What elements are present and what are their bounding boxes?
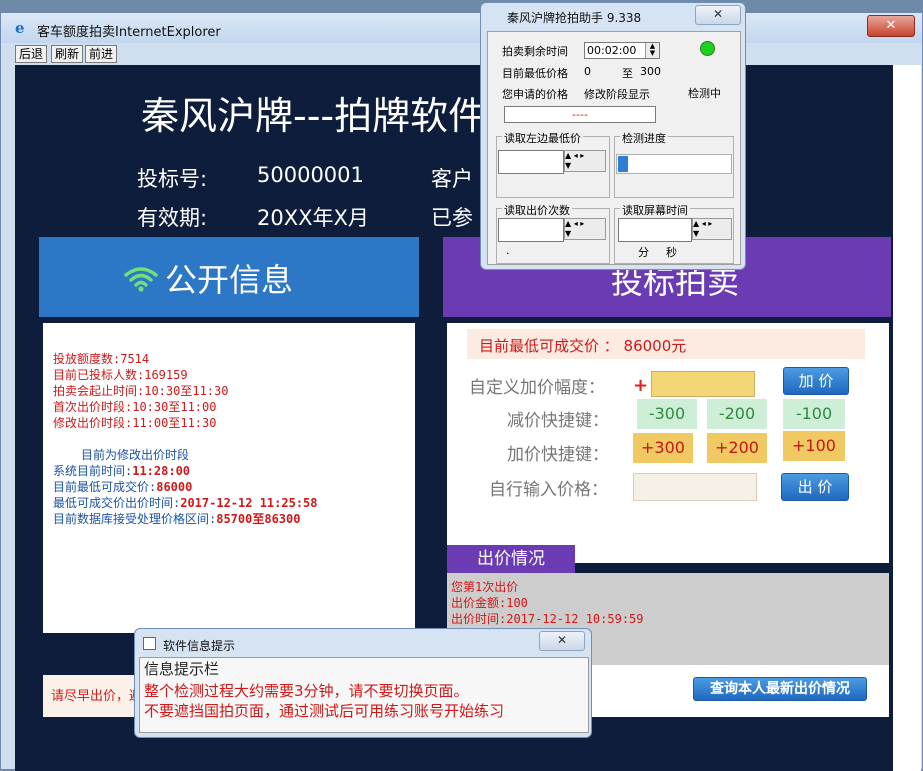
- read-count-dot: .: [506, 244, 510, 257]
- bid-line: 出价时间:2017-12-12 10:59:59: [451, 612, 644, 626]
- info-line: 修改出价时段:11:00至11:30: [53, 416, 217, 430]
- helper-window: 秦风沪牌抢拍助手 9.338 ✕ 拍卖剩余时间 00:02:00 ▲ ▼ 目前最低…: [480, 2, 746, 270]
- info-heading: 信息提示栏: [144, 660, 220, 678]
- bid-status-tab[interactable]: 出价情况: [447, 545, 575, 573]
- price-range-value: 85700至86300: [216, 512, 301, 526]
- read-left-price-label: 读取左边最低价: [502, 130, 583, 146]
- read-time-label: 读取屏幕时间: [620, 202, 690, 218]
- phase-line: 目前为修改出价时段: [81, 448, 190, 462]
- plus-300-button[interactable]: +300: [633, 433, 693, 463]
- remain-time-value: 00:02:00: [587, 44, 637, 57]
- early-bid-hint: 请尽早出价，避: [51, 689, 143, 704]
- read-count-arrows-icon[interactable]: ▲ ◂ ▸ ▼: [564, 218, 606, 240]
- ie-logo-icon: e: [15, 19, 25, 37]
- progress-bar: [616, 154, 732, 174]
- add-price-button[interactable]: 加 价: [783, 367, 849, 395]
- bid-line: 出价金额:100: [451, 596, 528, 610]
- helper-title: 秦风沪牌抢拍助手 9.338: [507, 11, 642, 25]
- public-info-lines: 投放额度数:7514 目前已投标人数:169159 拍卖会起止时间:10:30至…: [53, 351, 413, 527]
- system-time-label: 系统目前时间:: [53, 464, 133, 478]
- valid-value: 20XX年X月: [257, 206, 369, 230]
- page-right-margin: [893, 65, 921, 771]
- info-line: 首次出价时段:10:30至11:00: [53, 400, 217, 414]
- progress-fill: [618, 156, 628, 172]
- read-left-price-input[interactable]: [498, 150, 564, 174]
- info-line-1: 整个检测过程大约需要3分钟，请不要切换页面。: [144, 682, 469, 700]
- bid-number-label: 投标号:: [137, 167, 208, 191]
- read-count-input[interactable]: [498, 218, 564, 242]
- info-line: 拍卖会起止时间:10:30至11:30: [53, 384, 229, 398]
- info-line: 目前已投标人数:169159: [53, 368, 188, 382]
- system-time-value: 11:28:00: [132, 464, 191, 478]
- custom-increase-input[interactable]: [651, 371, 755, 397]
- info-window: 软件信息提示 ✕ 信息提示栏 整个检测过程大约需要3分钟，请不要切换页面。 不要…: [134, 628, 592, 738]
- status-indicator: [700, 41, 715, 56]
- min-price-label: 目前最低价格: [502, 67, 568, 80]
- minus-300-button[interactable]: -300: [637, 399, 697, 429]
- price-range-label: 目前数据库接受处理价格区间:: [53, 512, 217, 526]
- minutes-label: 分: [638, 246, 649, 259]
- minus-100-button[interactable]: -100: [783, 399, 845, 429]
- applied-price-label: 您申请的价格: [502, 88, 568, 101]
- custom-increase-label: 自定义加价幅度：: [469, 378, 605, 398]
- read-left-price-arrows-icon[interactable]: ▲ ◂ ▸ ▼: [564, 150, 606, 172]
- min-price-text: 目前最低可成交价 ： 86000元: [479, 337, 687, 355]
- helper-body: 拍卖剩余时间 00:02:00 ▲ ▼ 目前最低价格 0 至 300 您申请的价格…: [487, 31, 741, 265]
- read-time-input[interactable]: [618, 218, 692, 242]
- plus-shortcut-label: 加价快捷键：: [507, 445, 609, 465]
- spinner-arrows-icon[interactable]: ▲ ▼: [645, 43, 659, 58]
- info-line: 投放额度数:7514: [53, 352, 150, 366]
- ie-toolbar: 后退 刷新 前进: [1, 43, 922, 63]
- seconds-label: 秒: [666, 246, 677, 259]
- bid-number-value: 50000001: [257, 163, 364, 187]
- remain-time-label: 拍卖剩余时间: [502, 45, 568, 58]
- read-time-arrows-icon[interactable]: ▲ ◂ ▸ ▼: [692, 218, 732, 240]
- plus-100-button[interactable]: +100: [783, 431, 845, 461]
- joined-label: 已参: [431, 206, 473, 230]
- ie-window-title: 客车额度拍卖InternetExplorer: [37, 25, 221, 40]
- wifi-icon: [124, 267, 158, 292]
- valid-label: 有效期:: [137, 206, 208, 230]
- bid-line: 您第1次出价: [451, 580, 519, 594]
- helper-close-button[interactable]: ✕: [695, 5, 741, 25]
- plus-200-button[interactable]: +200: [707, 433, 767, 463]
- phase-display-box: ----: [504, 106, 656, 123]
- read-count-label: 读取出价次数: [502, 202, 572, 218]
- info-close-button[interactable]: ✕: [539, 631, 585, 651]
- min-price-to: 300: [640, 65, 661, 78]
- manual-price-label: 自行输入价格：: [489, 480, 608, 500]
- info-body: 信息提示栏 整个检测过程大约需要3分钟，请不要切换页面。 不要遮挡国拍页面，通过…: [139, 657, 589, 733]
- min-price-to-label: 至: [622, 67, 633, 80]
- back-button[interactable]: 后退: [15, 45, 48, 63]
- progress-label: 检测进度: [620, 130, 668, 146]
- ie-close-button[interactable]: ✕: [867, 15, 915, 37]
- bid-button[interactable]: 出 价: [781, 473, 849, 501]
- status-text: 检测中: [688, 87, 721, 100]
- lowest-price-label: 目前最低可成交价:: [53, 480, 157, 494]
- info-title: 软件信息提示: [163, 639, 236, 653]
- remain-time-spinner[interactable]: 00:02:00 ▲ ▼: [584, 42, 660, 59]
- lowest-time-value: 2017-12-12 11:25:58: [180, 496, 318, 510]
- manual-price-input[interactable]: [633, 473, 757, 501]
- plus-sign: +: [633, 375, 649, 396]
- ie-titlebar: e 客车额度拍卖InternetExplorer ✕: [1, 13, 922, 43]
- info-line-2: 不要遮挡国拍页面，通过测试后可用练习账号开始练习: [144, 702, 505, 720]
- phase-dashes: ----: [572, 108, 588, 121]
- min-price-from: 0: [584, 65, 591, 78]
- minus-shortcut-label: 减价快捷键：: [507, 411, 609, 431]
- public-info-title: 公开信息: [165, 261, 294, 299]
- phase-display-label: 修改阶段显示: [584, 88, 650, 101]
- forward-button[interactable]: 前进: [85, 45, 118, 63]
- refresh-button[interactable]: 刷新: [51, 45, 84, 63]
- query-latest-bid-button[interactable]: 查询本人最新出价情况: [693, 677, 867, 701]
- customer-label: 客户: [431, 167, 473, 191]
- lowest-price-value: 86000: [156, 480, 193, 494]
- minus-200-button[interactable]: -200: [707, 399, 767, 429]
- lowest-time-label: 最低可成交价出价时间:: [53, 496, 181, 510]
- window-icon: [143, 637, 156, 650]
